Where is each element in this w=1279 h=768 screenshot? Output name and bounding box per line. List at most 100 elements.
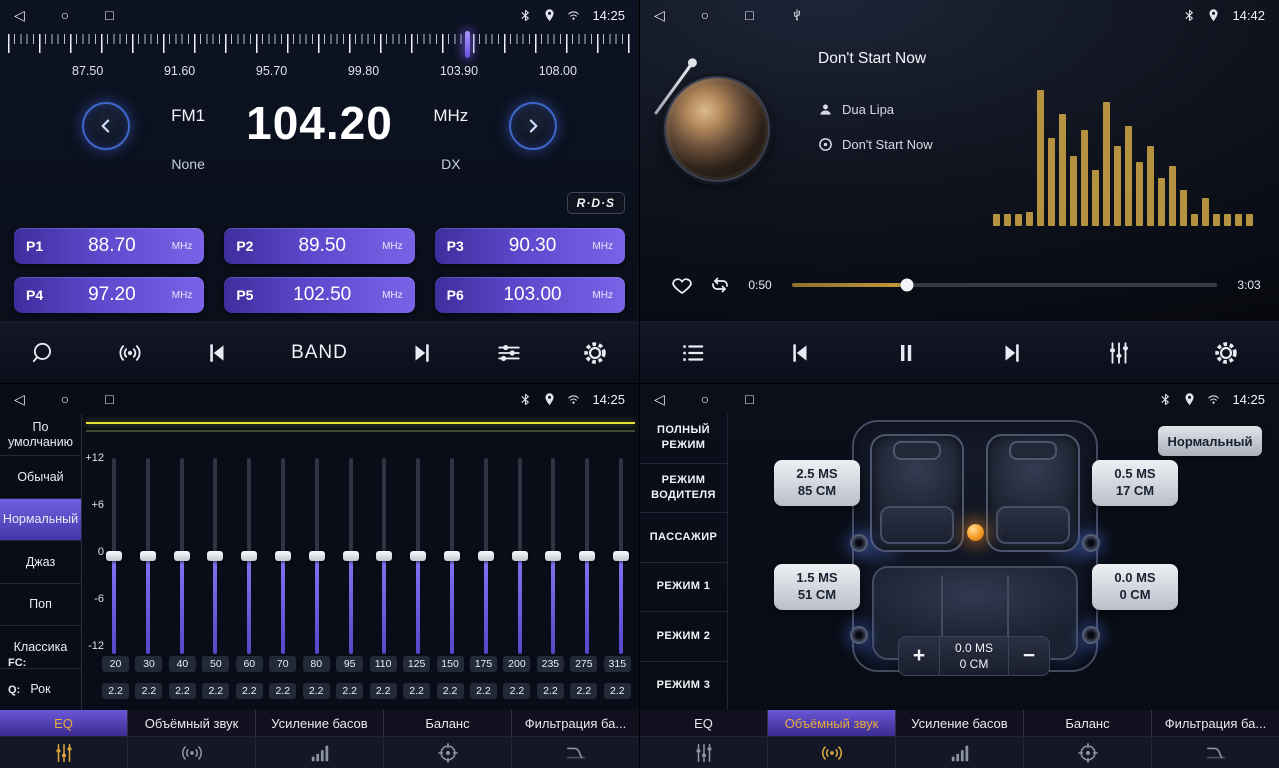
home-icon[interactable]: ○ [61, 392, 69, 406]
playlist-button[interactable] [680, 340, 706, 366]
eq-preset-item[interactable]: Нормальный [0, 499, 81, 541]
eq-icon[interactable] [640, 737, 768, 768]
listening-mode-item[interactable]: РЕЖИМ ВОДИТЕЛЯ [640, 464, 727, 514]
audio-tab[interactable]: Фильтрация ба... [512, 710, 639, 736]
slider-knob[interactable] [410, 551, 426, 561]
eq-preset-item[interactable]: По умолчанию [0, 414, 81, 456]
audio-tab[interactable]: Баланс [384, 710, 512, 736]
band-button[interactable]: BAND [291, 342, 348, 364]
slider-knob[interactable] [241, 551, 257, 561]
frequency-ruler[interactable] [8, 34, 631, 58]
preset-button[interactable]: P6 103.00 MHz [435, 277, 625, 313]
bass-boost-icon[interactable] [896, 737, 1024, 768]
back-icon[interactable]: ◁ [14, 392, 25, 406]
listening-mode-item[interactable]: ПАССАЖИР [640, 513, 727, 563]
pause-button[interactable] [894, 341, 918, 365]
eq-band-slider[interactable] [444, 458, 460, 654]
eq-band-slider[interactable] [140, 458, 156, 654]
preset-button[interactable]: P2 89.50 MHz [224, 228, 414, 264]
listening-mode-item[interactable]: РЕЖИМ 2 [640, 612, 727, 662]
car-cabin-view[interactable] [852, 420, 1098, 672]
slider-knob[interactable] [343, 551, 359, 561]
delay-front-right[interactable]: 0.5 MS 17 CM [1092, 460, 1178, 506]
broadcast-button[interactable] [117, 340, 143, 366]
audio-tab[interactable]: Усиление басов [896, 710, 1024, 736]
audio-tab[interactable]: EQ [0, 710, 128, 736]
eq-band-slider[interactable] [275, 458, 291, 654]
tune-down-button[interactable] [82, 102, 130, 150]
audio-tab[interactable]: Фильтрация ба... [1152, 710, 1279, 736]
slider-knob[interactable] [478, 551, 494, 561]
next-track-button[interactable] [999, 340, 1025, 366]
eq-band-slider[interactable] [376, 458, 392, 654]
seek-thumb[interactable] [900, 279, 913, 292]
slider-knob[interactable] [275, 551, 291, 561]
slider-knob[interactable] [613, 551, 629, 561]
recents-icon[interactable]: □ [105, 8, 113, 22]
slider-knob[interactable] [376, 551, 392, 561]
slider-knob[interactable] [309, 551, 325, 561]
filter-icon[interactable] [512, 737, 639, 768]
delay-minus-button[interactable]: − [1009, 637, 1049, 675]
previous-track-button[interactable] [787, 340, 813, 366]
eq-band-slider[interactable] [410, 458, 426, 654]
preset-button[interactable]: P1 88.70 MHz [14, 228, 204, 264]
back-icon[interactable]: ◁ [654, 392, 665, 406]
eq-band-slider[interactable] [545, 458, 561, 654]
surround-icon[interactable] [128, 737, 256, 768]
slider-knob[interactable] [579, 551, 595, 561]
delay-rear-left[interactable]: 1.5 MS 51 CM [774, 564, 860, 610]
eq-band-slider[interactable] [478, 458, 494, 654]
preset-button[interactable]: P5 102.50 MHz [224, 277, 414, 313]
previous-station-button[interactable] [204, 340, 230, 366]
eq-band-slider[interactable] [613, 458, 629, 654]
slider-knob[interactable] [174, 551, 190, 561]
slider-knob[interactable] [512, 551, 528, 561]
eq-icon[interactable] [0, 737, 128, 768]
repeat-icon[interactable] [708, 273, 732, 297]
eq-band-slider[interactable] [579, 458, 595, 654]
recents-icon[interactable]: □ [105, 392, 113, 406]
album-art[interactable] [664, 76, 774, 186]
eq-band-slider[interactable] [309, 458, 325, 654]
eq-preset-item[interactable]: Обычай [0, 456, 81, 498]
home-icon[interactable]: ○ [701, 8, 709, 22]
slider-knob[interactable] [106, 551, 122, 561]
mixer-button[interactable] [1106, 340, 1132, 366]
eq-band-slider[interactable] [512, 458, 528, 654]
audio-tab[interactable]: Объёмный звук [768, 710, 896, 736]
slider-knob[interactable] [444, 551, 460, 561]
slider-knob[interactable] [140, 551, 156, 561]
eq-band-slider[interactable] [343, 458, 359, 654]
scan-button[interactable] [30, 340, 56, 366]
listening-mode-item[interactable]: РЕЖИМ 3 [640, 662, 727, 711]
tune-settings-button[interactable] [496, 340, 522, 366]
recents-icon[interactable]: □ [745, 392, 753, 406]
balance-icon[interactable] [1024, 737, 1152, 768]
slider-knob[interactable] [545, 551, 561, 561]
home-icon[interactable]: ○ [701, 392, 709, 406]
settings-gear-icon[interactable] [1213, 340, 1239, 366]
delay-rear-right[interactable]: 0.0 MS 0 CM [1092, 564, 1178, 610]
filter-icon[interactable] [1152, 737, 1279, 768]
favorite-icon[interactable] [670, 273, 694, 297]
eq-band-slider[interactable] [174, 458, 190, 654]
next-station-button[interactable] [409, 340, 435, 366]
recents-icon[interactable]: □ [745, 8, 753, 22]
slider-knob[interactable] [207, 551, 223, 561]
listening-position-marker[interactable] [967, 524, 984, 541]
eq-band-slider[interactable] [106, 458, 122, 654]
delay-plus-button[interactable]: + [899, 637, 939, 675]
audio-tab[interactable]: Объёмный звук [128, 710, 256, 736]
audio-tab[interactable]: Баланс [1024, 710, 1152, 736]
sound-profile-button[interactable]: Нормальный [1158, 426, 1262, 456]
listening-mode-item[interactable]: ПОЛНЫЙ РЕЖИМ [640, 414, 727, 464]
listening-mode-item[interactable]: РЕЖИМ 1 [640, 563, 727, 613]
back-icon[interactable]: ◁ [654, 8, 665, 22]
balance-icon[interactable] [384, 737, 512, 768]
preset-button[interactable]: P4 97.20 MHz [14, 277, 204, 313]
eq-preset-item[interactable]: Джаз [0, 541, 81, 583]
settings-gear-icon[interactable] [582, 340, 608, 366]
tune-up-button[interactable] [509, 102, 557, 150]
eq-preset-item[interactable]: Поп [0, 584, 81, 626]
